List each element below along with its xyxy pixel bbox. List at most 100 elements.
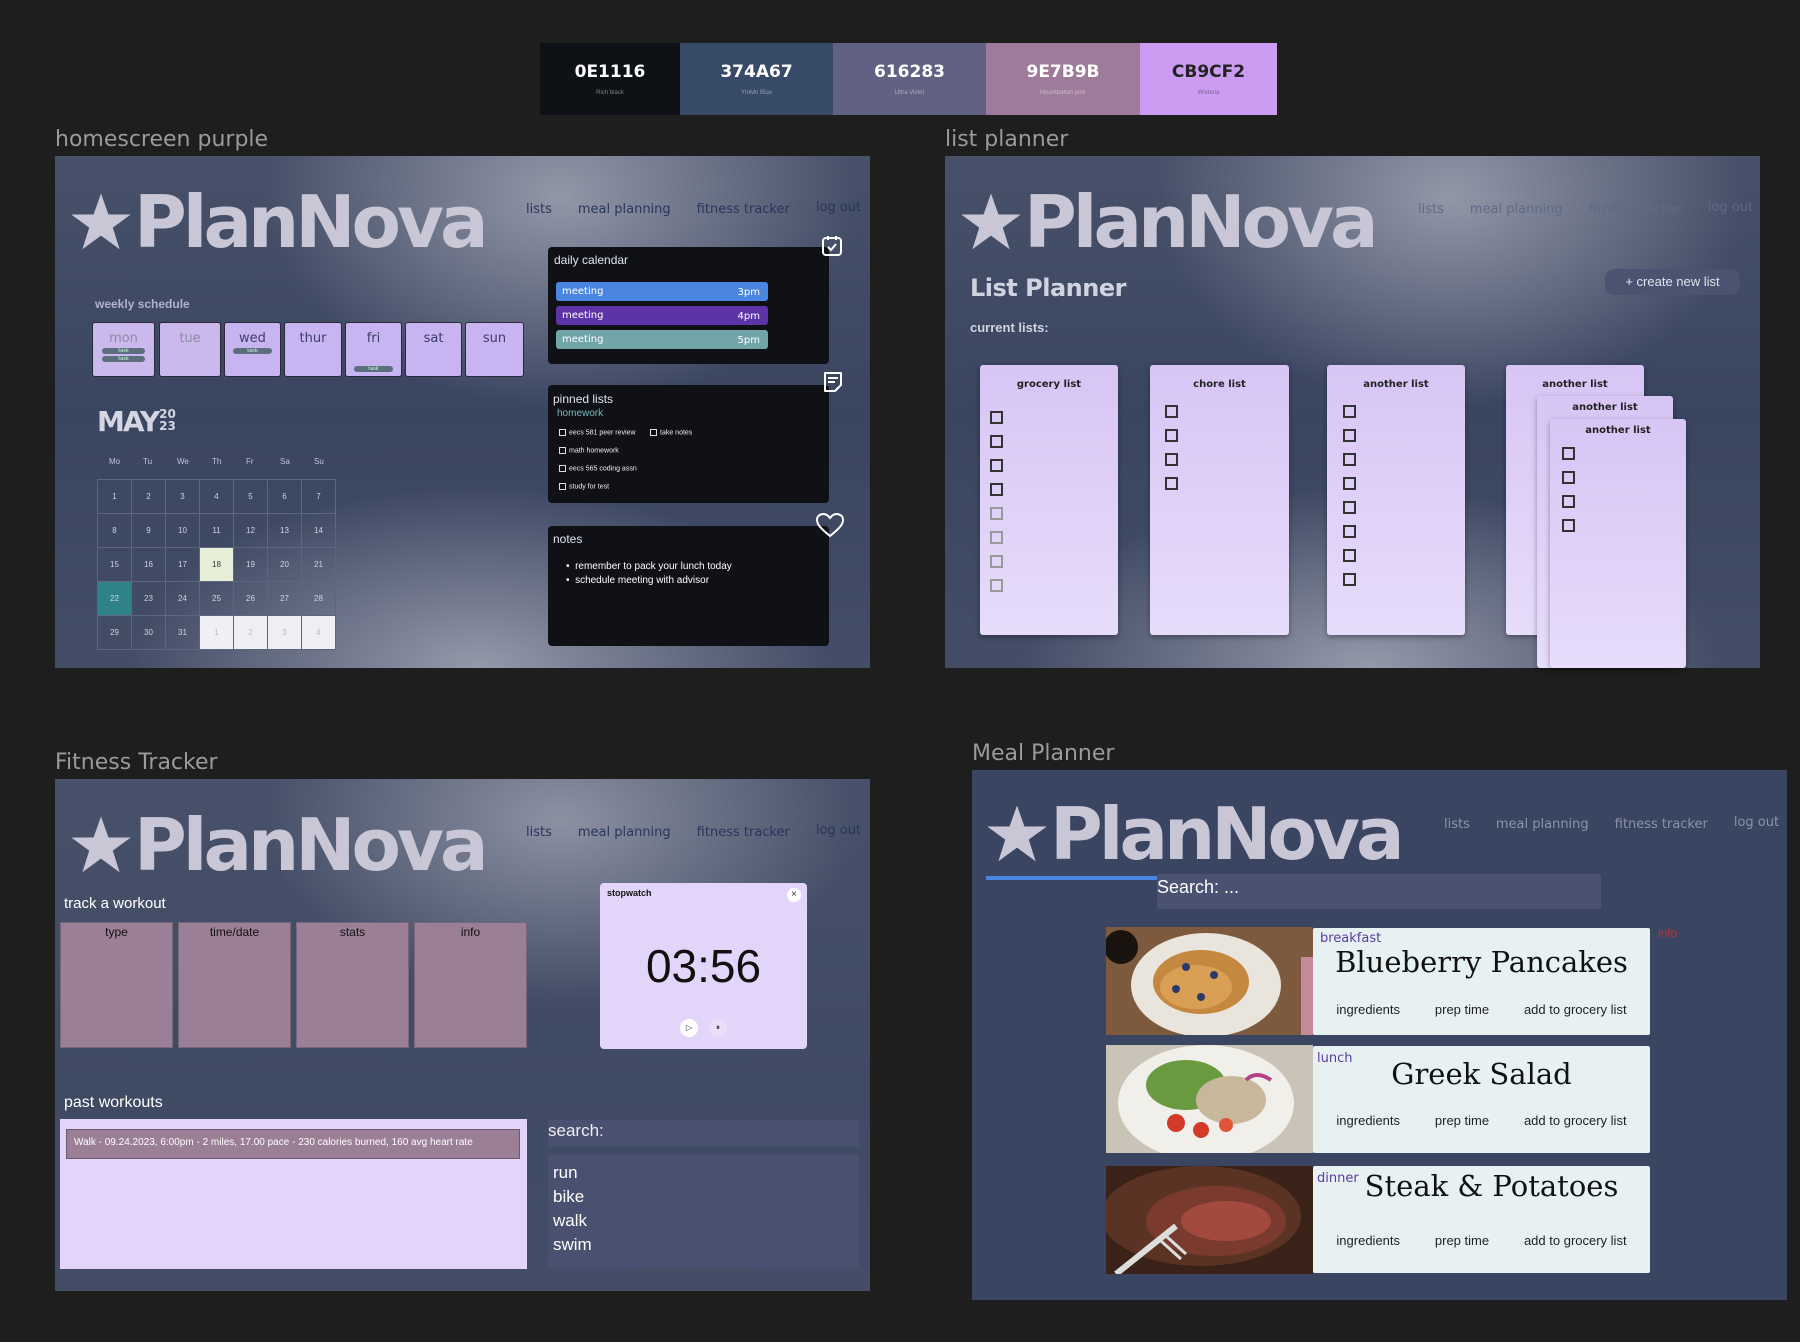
add-to-grocery-link[interactable]: add to grocery list: [1524, 1233, 1627, 1248]
calendar-day-selected[interactable]: 22: [97, 581, 132, 616]
meal-title[interactable]: Steak & Potatoes: [1333, 1169, 1650, 1203]
checkbox[interactable]: [1343, 549, 1356, 562]
nav-meal-planning[interactable]: meal planning: [1496, 817, 1589, 832]
nav-log-out[interactable]: log out: [816, 823, 861, 840]
note-icon[interactable]: [821, 370, 845, 394]
checkbox[interactable]: [1343, 453, 1356, 466]
plannova-logo[interactable]: PlanNova: [986, 792, 1405, 880]
checkbox[interactable]: [990, 483, 1003, 496]
calendar-day[interactable]: 13: [267, 513, 302, 548]
nav-lists[interactable]: lists: [526, 202, 552, 217]
list-card-another[interactable]: another list: [1327, 365, 1465, 635]
ingredients-link[interactable]: ingredients: [1336, 1233, 1400, 1248]
calendar-day-next-month[interactable]: 3: [267, 615, 302, 650]
pinned-item[interactable]: take notes: [650, 429, 692, 436]
meal-card-dinner[interactable]: dinner Steak & Potatoes ingredients prep…: [1313, 1166, 1650, 1273]
nav-meal-planning[interactable]: meal planning: [1470, 202, 1563, 217]
calendar-day[interactable]: 29: [97, 615, 132, 650]
calendar-day[interactable]: 12: [233, 513, 268, 548]
calendar-day[interactable]: 7: [301, 479, 336, 514]
calendar-day[interactable]: 2: [131, 479, 166, 514]
day-fri[interactable]: fri task: [345, 322, 402, 377]
ingredients-link[interactable]: ingredients: [1336, 1113, 1400, 1128]
checkbox[interactable]: [990, 579, 1003, 592]
workout-search-input[interactable]: search:: [548, 1120, 859, 1146]
past-workout-entry[interactable]: Walk - 09.24.2023, 6:00pm - 2 miles, 17.…: [66, 1129, 520, 1159]
calendar-day-next-month[interactable]: 2: [233, 615, 268, 650]
calendar-day[interactable]: 15: [97, 547, 132, 582]
pinned-subtitle[interactable]: homework: [557, 408, 603, 419]
nav-log-out[interactable]: log out: [1708, 200, 1753, 217]
prep-time-link[interactable]: prep time: [1435, 1002, 1489, 1017]
pause-icon[interactable]: ⏸: [709, 1019, 727, 1037]
calendar-day[interactable]: 21: [301, 547, 336, 582]
checkbox[interactable]: [1562, 447, 1575, 460]
nav-fitness-tracker[interactable]: fitness tracker: [1589, 202, 1682, 217]
checkbox[interactable]: [559, 465, 566, 472]
nav-meal-planning[interactable]: meal planning: [578, 825, 671, 840]
checkbox[interactable]: [990, 555, 1003, 568]
calendar-day[interactable]: 16: [131, 547, 166, 582]
meal-search-input[interactable]: Search: ...: [1157, 874, 1601, 909]
checkbox[interactable]: [990, 435, 1003, 448]
event-pill[interactable]: meeting 4pm: [556, 306, 768, 325]
checkbox[interactable]: [990, 507, 1003, 520]
calendar-day[interactable]: 3: [165, 479, 200, 514]
event-pill[interactable]: meeting 5pm: [556, 330, 768, 349]
nav-fitness-tracker[interactable]: fitness tracker: [1615, 817, 1708, 832]
plannova-logo[interactable]: PlanNova: [960, 180, 1379, 264]
checkbox[interactable]: [1562, 471, 1575, 484]
nav-log-out[interactable]: log out: [816, 200, 861, 217]
day-wed[interactable]: wed task: [224, 322, 281, 377]
workout-time-field[interactable]: time/date: [178, 922, 291, 1048]
workout-stats-field[interactable]: stats: [296, 922, 409, 1048]
calendar-day[interactable]: 14: [301, 513, 336, 548]
option-run[interactable]: run: [553, 1161, 859, 1185]
calendar-day[interactable]: 28: [301, 581, 336, 616]
checkbox[interactable]: [1343, 525, 1356, 538]
calendar-day[interactable]: 6: [267, 479, 302, 514]
plannova-logo[interactable]: PlanNova: [70, 180, 489, 264]
calendar-day[interactable]: 19: [233, 547, 268, 582]
nav-fitness-tracker[interactable]: fitness tracker: [697, 202, 790, 217]
option-swim[interactable]: swim: [553, 1233, 859, 1257]
calendar-day-today[interactable]: 18: [199, 547, 234, 582]
nav-fitness-tracker[interactable]: fitness tracker: [697, 825, 790, 840]
nav-lists[interactable]: lists: [1418, 202, 1444, 217]
calendar-day[interactable]: 1: [97, 479, 132, 514]
calendar-day[interactable]: 11: [199, 513, 234, 548]
checkbox[interactable]: [1165, 429, 1178, 442]
info-label[interactable]: info: [1658, 926, 1677, 940]
calendar-day[interactable]: 26: [233, 581, 268, 616]
workout-type-field[interactable]: type: [60, 922, 173, 1048]
checkbox[interactable]: [559, 483, 566, 490]
meal-card-breakfast[interactable]: breakfast Blueberry Pancakes ingredients…: [1313, 928, 1650, 1035]
checkbox[interactable]: [990, 531, 1003, 544]
option-bike[interactable]: bike: [553, 1185, 859, 1209]
day-mon[interactable]: mon task task: [92, 322, 155, 377]
ingredients-link[interactable]: ingredients: [1336, 1002, 1400, 1017]
calendar-day[interactable]: 8: [97, 513, 132, 548]
calendar-day[interactable]: 4: [199, 479, 234, 514]
checkbox[interactable]: [1343, 429, 1356, 442]
checkbox[interactable]: [1343, 573, 1356, 586]
plannova-logo[interactable]: PlanNova: [70, 803, 489, 887]
pinned-item[interactable]: study for test: [559, 483, 609, 490]
prep-time-link[interactable]: prep time: [1435, 1233, 1489, 1248]
checkbox[interactable]: [1165, 453, 1178, 466]
checkbox[interactable]: [1343, 501, 1356, 514]
day-tue[interactable]: tue: [159, 322, 221, 377]
option-walk[interactable]: walk: [553, 1209, 859, 1233]
nav-meal-planning[interactable]: meal planning: [578, 202, 671, 217]
calendar-day[interactable]: 25: [199, 581, 234, 616]
task-tag[interactable]: task: [102, 356, 145, 362]
add-to-grocery-link[interactable]: add to grocery list: [1524, 1002, 1627, 1017]
checkbox[interactable]: [990, 411, 1003, 424]
pinned-item[interactable]: eecs 565 coding assn: [559, 465, 637, 472]
heart-icon[interactable]: [815, 512, 845, 538]
task-tag[interactable]: task: [102, 348, 145, 354]
checkbox[interactable]: [1343, 477, 1356, 490]
prep-time-link[interactable]: prep time: [1435, 1113, 1489, 1128]
list-card-grocery[interactable]: grocery list: [980, 365, 1118, 635]
day-sat[interactable]: sat: [405, 322, 462, 377]
